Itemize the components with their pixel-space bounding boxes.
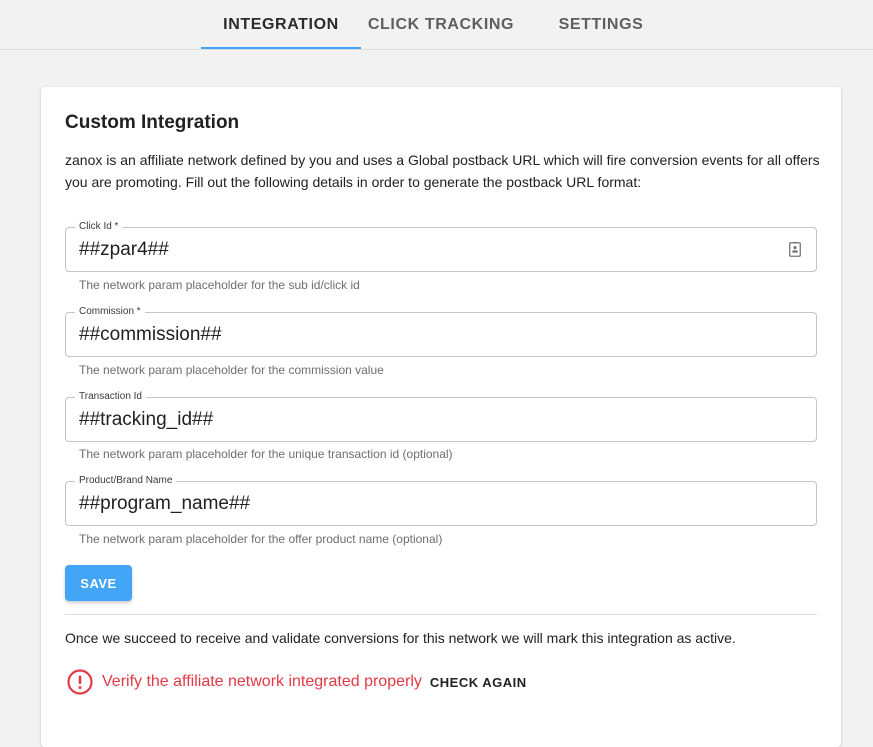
- verify-row: Verify the affiliate network integrated …: [67, 669, 527, 695]
- transaction-id-input[interactable]: [79, 407, 769, 433]
- error-circle-icon: [67, 669, 93, 695]
- card-title: Custom Integration: [65, 112, 240, 133]
- click-id-helper: The network param placeholder for the su…: [79, 278, 360, 292]
- transaction-id-label: Transaction Id: [75, 390, 146, 404]
- save-button[interactable]: SAVE: [65, 565, 132, 601]
- custom-integration-card: Custom Integration zanox is an affiliate…: [41, 87, 841, 747]
- commission-label: Commission *: [75, 305, 145, 319]
- commission-input[interactable]: [79, 322, 769, 348]
- integration-status-text: Once we succeed to receive and validate …: [65, 630, 736, 646]
- click-id-label: Click Id *: [75, 220, 123, 234]
- tab-bar: INTEGRATION CLICK TRACKING SETTINGS: [0, 0, 873, 50]
- tab-integration[interactable]: INTEGRATION: [201, 0, 361, 50]
- active-tab-indicator: [201, 47, 361, 49]
- check-again-button[interactable]: CHECK AGAIN: [430, 671, 527, 694]
- tab-click-tracking[interactable]: CLICK TRACKING: [361, 0, 521, 50]
- product-brand-name-label: Product/Brand Name: [75, 474, 177, 488]
- click-id-field: Click Id *: [65, 220, 817, 272]
- verify-message: Verify the affiliate network integrated …: [102, 673, 422, 690]
- commission-field: Commission *: [65, 305, 817, 357]
- click-id-input[interactable]: [79, 237, 769, 263]
- transaction-id-helper: The network param placeholder for the un…: [79, 447, 453, 461]
- card-description: zanox is an affiliate network defined by…: [65, 152, 820, 190]
- product-brand-name-field: Product/Brand Name: [65, 474, 817, 526]
- product-brand-name-input[interactable]: [79, 491, 769, 517]
- product-brand-name-helper: The network param placeholder for the of…: [79, 532, 443, 546]
- divider: [65, 614, 817, 615]
- contact-card-icon[interactable]: [789, 242, 801, 257]
- tab-settings[interactable]: SETTINGS: [521, 0, 681, 50]
- transaction-id-field: Transaction Id: [65, 390, 817, 442]
- commission-helper: The network param placeholder for the co…: [79, 363, 384, 377]
